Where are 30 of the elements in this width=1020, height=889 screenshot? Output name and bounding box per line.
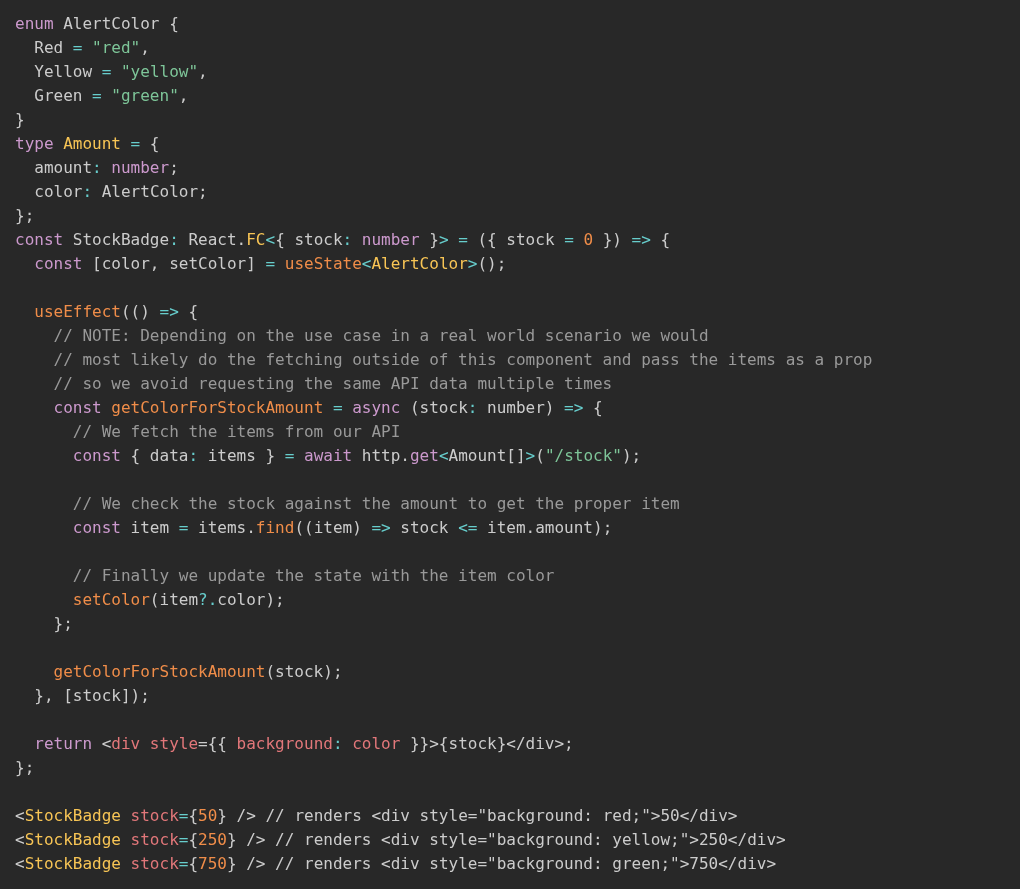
code-line: // We fetch the items from our API <box>71 421 401 443</box>
code-line: color: AlertColor; <box>33 181 208 203</box>
code-line: useEffect(() => { <box>33 301 199 323</box>
code-line: const item = items.find((item) => stock <= item.amount); <box>71 517 613 539</box>
code-line: return <div style={{ background: color }}>{stock}</div>; <box>33 733 574 755</box>
code-line: }; <box>15 205 35 227</box>
code-line: }, [stock]); <box>33 685 150 707</box>
code-line: setColor(item?.color); <box>71 589 285 611</box>
code-line: }; <box>52 613 73 635</box>
code-line: Yellow = "yellow", <box>33 61 208 83</box>
code-line: getColorForStockAmount(stock); <box>52 661 343 683</box>
code-line: <StockBadge stock={50} /> // renders <div style="background: red;">50</div> <box>15 805 738 827</box>
code-line: }; <box>15 757 35 779</box>
code-line: Green = "green", <box>33 85 189 107</box>
code-line: type Amount = { <box>15 133 160 155</box>
code-line: Red = "red", <box>33 37 150 59</box>
code-line: // NOTE: Depending on the use case in a real world scenario we would <box>52 325 709 347</box>
code-line: // so we avoid requesting the same API data multiple times <box>52 373 613 395</box>
code-line: const getColorForStockAmount = async (stock: number) => { <box>52 397 603 419</box>
code-line: const { data: items } = await http.get<Amount[]>("/stock"); <box>71 445 642 467</box>
code-line: } <box>15 109 25 131</box>
code-line: amount: number; <box>33 157 179 179</box>
code-line: const [color, setColor] = useState<AlertColor>(); <box>33 253 507 275</box>
code-line: <StockBadge stock={750} /> // renders <div style="background: green;">750</div> <box>15 853 777 875</box>
code-line: const StockBadge: React.FC<{ stock: number }> = ({ stock = 0 }) => { <box>15 229 671 251</box>
code-line: <StockBadge stock={250} /> // renders <div style="background: yellow;">250</div> <box>15 829 786 851</box>
code-line: // most likely do the fetching outside of this component and pass the items as a prop <box>52 349 873 371</box>
code-line: enum AlertColor { <box>15 13 179 35</box>
code-line: // We check the stock against the amount to get the proper item <box>71 493 680 515</box>
code-line: // Finally we update the state with the item color <box>71 565 555 587</box>
